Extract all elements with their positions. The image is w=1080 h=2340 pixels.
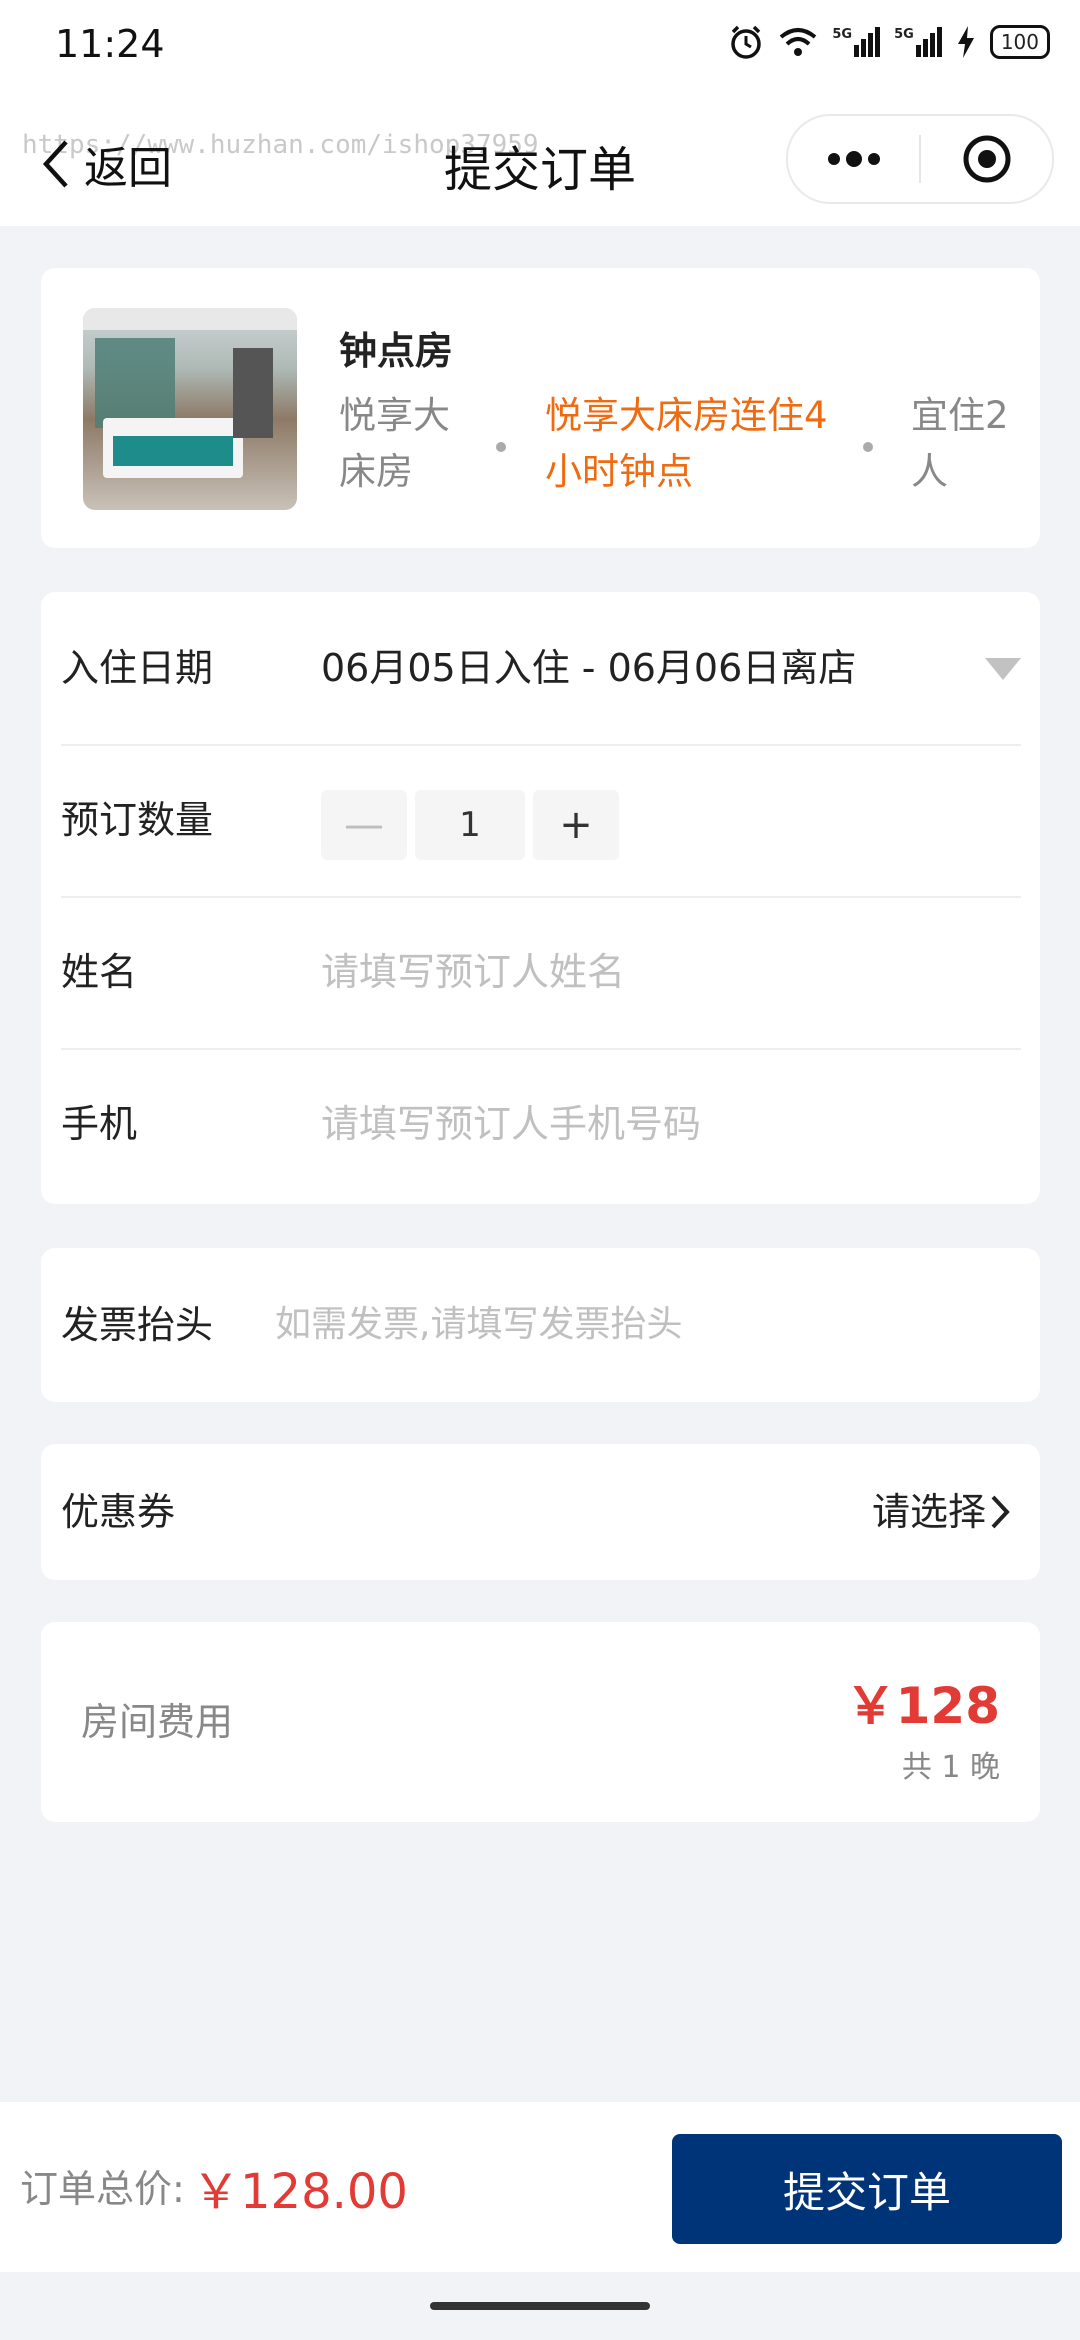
more-button[interactable] [788, 116, 919, 202]
status-icons: 5G 5G 100 [728, 24, 1050, 60]
checkin-value: 06月05日入住 - 06月06日离店 [321, 646, 857, 690]
quantity-input[interactable]: 1 [415, 790, 525, 860]
name-label: 姓名 [61, 950, 138, 994]
room-fee-card: 房间费用 ￥128 共 1 晚 [41, 1622, 1040, 1822]
home-indicator[interactable] [430, 2302, 650, 2310]
room-tag-3: 宜住2人 [911, 394, 1009, 493]
signal-label-2: 5G [894, 27, 914, 42]
quantity-stepper: — 1 + [321, 790, 619, 860]
signal-icon-1: 5G [832, 27, 881, 57]
quantity-row: 预订数量 — 1 + [61, 744, 1021, 898]
booking-form: 入住日期 06月05日入住 - 06月06日离店 预订数量 — 1 + 姓名 请… [41, 592, 1040, 1204]
charging-icon [957, 26, 974, 58]
increase-button[interactable]: + [533, 790, 619, 860]
checkout-bar: 订单总价: ￥128.00 提交订单 [0, 2102, 1080, 2272]
decrease-button[interactable]: — [321, 790, 407, 860]
phone-label: 手机 [61, 1102, 138, 1146]
signal-icon-2: 5G [894, 27, 942, 57]
more-dots-icon [827, 151, 880, 167]
phone-row: 手机 请填写预订人手机号码 [61, 1048, 1021, 1200]
chevron-right-icon [991, 1495, 1010, 1529]
status-bar: 11:24 5G 5G 100 [0, 0, 1080, 100]
alarm-icon [731, 25, 762, 59]
submit-order-button[interactable]: 提交订单 [672, 2134, 1062, 2244]
tag-separator-dot [863, 442, 873, 452]
invoice-input[interactable]: 如需发票,请填写发票抬头 [275, 1248, 995, 1402]
room-tag-1: 悦享大床房 [339, 394, 450, 493]
coupon-label: 优惠券 [61, 1490, 176, 1534]
fee-label: 房间费用 [81, 1700, 234, 1744]
invoice-card: 发票抬头 如需发票,请填写发票抬头 [41, 1248, 1040, 1402]
navbar: https://www.huzhan.com/ishop37959 返回 提交订… [0, 100, 1080, 226]
mini-program-capsule [786, 114, 1054, 204]
room-card: 钟点房 悦享大床房 悦享大床房连住4小时钟点 宜住2人 [41, 268, 1040, 548]
battery-indicator: 100 [989, 25, 1050, 59]
target-icon [963, 135, 1010, 183]
invoice-label: 发票抬头 [61, 1303, 214, 1347]
name-input[interactable]: 请填写预订人姓名 [321, 896, 1021, 1048]
fee-amount: ￥128 [845, 1677, 1000, 1735]
coupon-value: 请选择 [871, 1490, 986, 1534]
checkin-date-row[interactable]: 入住日期 06月05日入住 - 06月06日离店 [61, 592, 1021, 746]
tag-separator-dot [496, 442, 506, 452]
room-tag-2: 悦享大床房连住4小时钟点 [545, 394, 828, 493]
dropdown-triangle-icon[interactable] [985, 658, 1021, 680]
room-name: 钟点房 [339, 329, 454, 373]
total-price: ￥128.00 [192, 2164, 408, 2220]
room-photo [83, 308, 297, 510]
fee-nights: 共 1 晚 [901, 1750, 1000, 1785]
quantity-label: 预订数量 [61, 798, 214, 842]
coupon-row[interactable]: 优惠券 请选择 [41, 1444, 1040, 1580]
wifi-icon [780, 28, 817, 56]
signal-label-1: 5G [832, 27, 853, 42]
name-row: 姓名 请填写预订人姓名 [61, 896, 1021, 1050]
total-label: 订单总价: [20, 2167, 185, 2211]
checkin-label: 入住日期 [61, 646, 214, 690]
status-time: 11:24 [55, 22, 165, 66]
phone-input[interactable]: 请填写预订人手机号码 [321, 1048, 1021, 1200]
close-miniprogram-button[interactable] [921, 116, 1052, 202]
